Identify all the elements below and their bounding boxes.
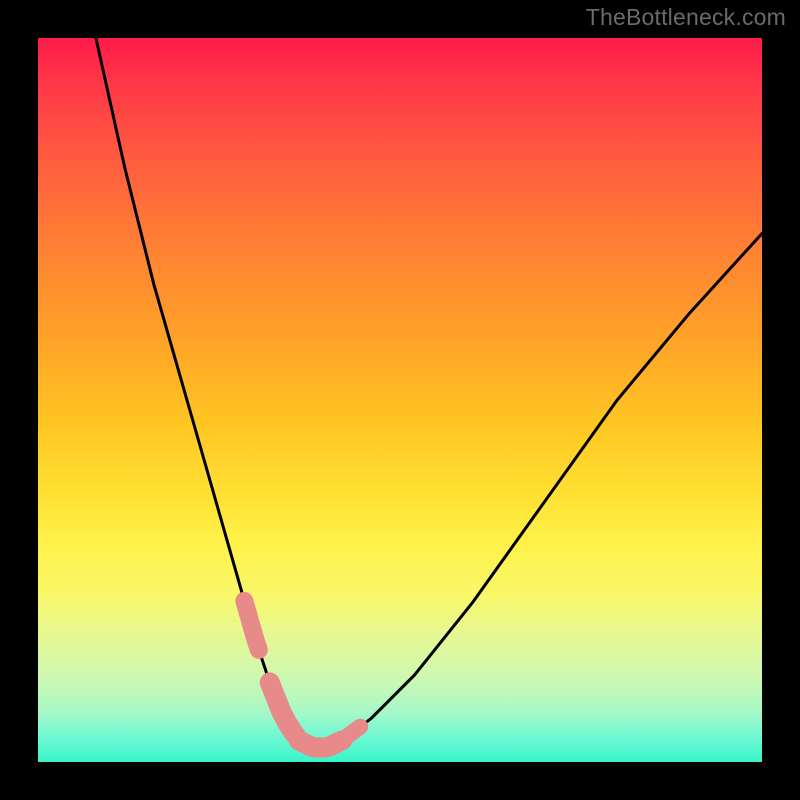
bump-knob xyxy=(350,720,366,736)
bump-knob xyxy=(248,634,266,652)
bottleneck-curve xyxy=(96,38,762,748)
bump-knob xyxy=(307,738,327,758)
curve-bumps xyxy=(239,601,366,758)
bump-knob xyxy=(239,605,257,623)
watermark-text: TheBottleneck.com xyxy=(586,4,786,31)
bump-knob xyxy=(289,730,309,750)
bump-knob xyxy=(325,734,345,754)
chart-frame: TheBottleneck.com xyxy=(0,0,800,800)
chart-svg xyxy=(38,38,762,762)
bump-knob xyxy=(271,700,291,720)
